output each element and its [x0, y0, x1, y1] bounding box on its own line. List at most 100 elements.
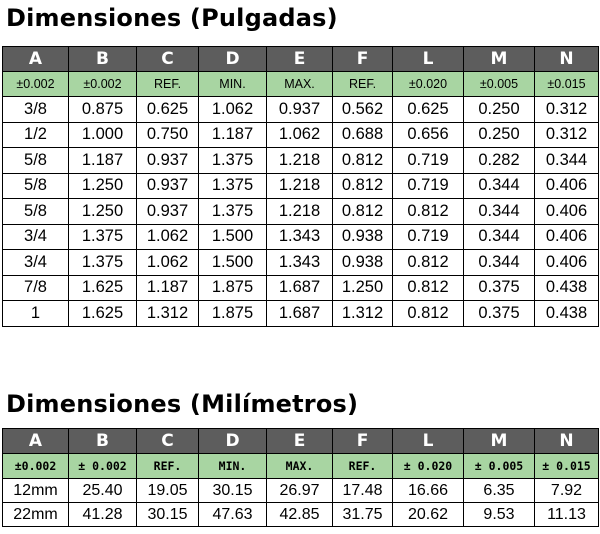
table-cell: 1.375 [198, 147, 267, 174]
table-cell: 1.375 [68, 223, 137, 250]
table-cell: 0.937 [266, 96, 333, 123]
tolerance-cell: MIN. [198, 453, 267, 479]
tolerance-row: ±0.002 ±0.002 REF. MIN. MAX. REF. ±0.020 ±0.005… [2, 71, 599, 97]
tolerance-row: ±0.002 ± 0.002 REF. MIN. MAX. REF. ± 0.020 ± 0.… [2, 453, 599, 479]
table-row: 5/8 1.250 0.937 1.375 1.218 0.812 0.719 0.344 0.… [2, 172, 599, 199]
tolerance-cell: ±0.002 [68, 71, 137, 97]
table-cell: 5/8 [2, 147, 69, 174]
table-row: 5/8 1.250 0.937 1.375 1.218 0.812 0.812 0.344 0.… [2, 198, 599, 225]
table-cell: 26.97 [266, 478, 333, 503]
table-cell: 1.250 [332, 274, 393, 301]
table-cell: 0.438 [534, 300, 599, 327]
table-cell: 1.250 [68, 198, 137, 225]
table-cell: 1.343 [266, 223, 333, 250]
table-cell: 7.92 [534, 478, 599, 503]
column-header: L [392, 428, 464, 454]
table-cell: 0.250 [463, 121, 535, 148]
table-cell: 0.875 [68, 96, 137, 123]
table-cell: 30.15 [198, 478, 267, 503]
table-cell: 1.687 [266, 300, 333, 327]
table-cell: 0.937 [136, 172, 199, 199]
table-cell: 3/4 [2, 249, 69, 276]
tolerance-cell: MAX. [266, 453, 333, 479]
table-cell: 1.218 [266, 172, 333, 199]
table-cell: 0.406 [534, 172, 599, 199]
table-cell: 0.812 [392, 198, 464, 225]
table-cell: 0.812 [392, 300, 464, 327]
tolerance-cell: REF. [136, 71, 199, 97]
table-cell: 9.53 [463, 502, 535, 527]
table-cell: 0.812 [332, 198, 393, 225]
table-cell: 1.062 [198, 96, 267, 123]
table-cell: 1.187 [68, 147, 137, 174]
table-cell: 1.062 [136, 223, 199, 250]
table-cell: 47.63 [198, 502, 267, 527]
table-cell: 1.687 [266, 274, 333, 301]
table-cell: 41.28 [68, 502, 137, 527]
table-cell: 1.500 [198, 223, 267, 250]
table-cell: 1.187 [198, 121, 267, 148]
column-header: L [392, 46, 464, 72]
table-cell: 1.218 [266, 198, 333, 225]
table-cell: 0.282 [463, 147, 535, 174]
table-row: 1/2 1.000 0.750 1.187 1.062 0.688 0.656 0.250 0.… [2, 121, 599, 148]
table-cell: 1.187 [136, 274, 199, 301]
table-cell: 19.05 [136, 478, 199, 503]
table-cell: 0.312 [534, 121, 599, 148]
dimensions-inches-table: A B C D E F L M N ±0.002 ±0.002 REF. MIN. MAX. REF. ±0.… [2, 46, 599, 327]
table-cell: 0.406 [534, 198, 599, 225]
table-cell: 30.15 [136, 502, 199, 527]
tolerance-cell: ± 0.002 [68, 453, 137, 479]
table-cell: 0.938 [332, 223, 393, 250]
table-cell: 0.938 [332, 249, 393, 276]
table-cell: 5/8 [2, 172, 69, 199]
table-cell: 0.406 [534, 249, 599, 276]
table-cell: 1.875 [198, 300, 267, 327]
table-cell: 0.625 [136, 96, 199, 123]
table-row: 5/8 1.187 0.937 1.375 1.218 0.812 0.719 0.282 0.… [2, 147, 599, 174]
table-cell: 0.312 [534, 96, 599, 123]
table-cell: 1.625 [68, 300, 137, 327]
table-cell: 5/8 [2, 198, 69, 225]
table-cell: 0.656 [392, 121, 464, 148]
table-cell: 0.719 [392, 172, 464, 199]
tolerance-cell: ± 0.015 [534, 453, 599, 479]
tolerance-cell: ±0.005 [463, 71, 535, 97]
table-cell: 42.85 [266, 502, 333, 527]
table-cell: 0.344 [463, 249, 535, 276]
table-cell: 0.406 [534, 223, 599, 250]
column-header: C [136, 428, 199, 454]
table-cell: 0.719 [392, 223, 464, 250]
tolerance-cell: REF. [332, 71, 393, 97]
table-row: 7/8 1.625 1.187 1.875 1.687 1.250 0.812 0.375 0.… [2, 274, 599, 301]
table-cell: 0.344 [463, 223, 535, 250]
tolerance-cell: REF. [136, 453, 199, 479]
table-cell: 0.438 [534, 274, 599, 301]
table-row: 3/8 0.875 0.625 1.062 0.937 0.562 0.625 0.250 0.… [2, 96, 599, 123]
table-cell: 0.344 [534, 147, 599, 174]
table-cell: 1.625 [68, 274, 137, 301]
column-header: M [463, 46, 535, 72]
column-header: B [68, 428, 137, 454]
table-cell: 1.312 [332, 300, 393, 327]
table-cell: 0.719 [392, 147, 464, 174]
table-row: 22mm 41.28 30.15 47.63 42.85 31.75 20.62 9.53 11… [2, 502, 599, 527]
table-cell: 0.375 [463, 300, 535, 327]
table-cell: 12mm [2, 478, 69, 503]
dimensions-mm-table: A B C D E F L M N ±0.002 ± 0.002 REF. MIN. MAX. REF. ± … [2, 428, 599, 527]
table-cell: 1.250 [68, 172, 137, 199]
tolerance-cell: ± 0.020 [392, 453, 464, 479]
tolerance-cell: ±0.002 [2, 71, 69, 97]
table-cell: 1.312 [136, 300, 199, 327]
table-cell: 0.688 [332, 121, 393, 148]
column-header: D [198, 428, 267, 454]
table-cell: 0.812 [392, 249, 464, 276]
table-cell: 1.343 [266, 249, 333, 276]
column-header: N [534, 46, 599, 72]
tolerance-cell: ±0.015 [534, 71, 599, 97]
table-cell: 1/2 [2, 121, 69, 148]
tolerance-cell: ± 0.005 [463, 453, 535, 479]
column-header: A [2, 46, 69, 72]
table-cell: 0.375 [463, 274, 535, 301]
table-cell: 25.40 [68, 478, 137, 503]
